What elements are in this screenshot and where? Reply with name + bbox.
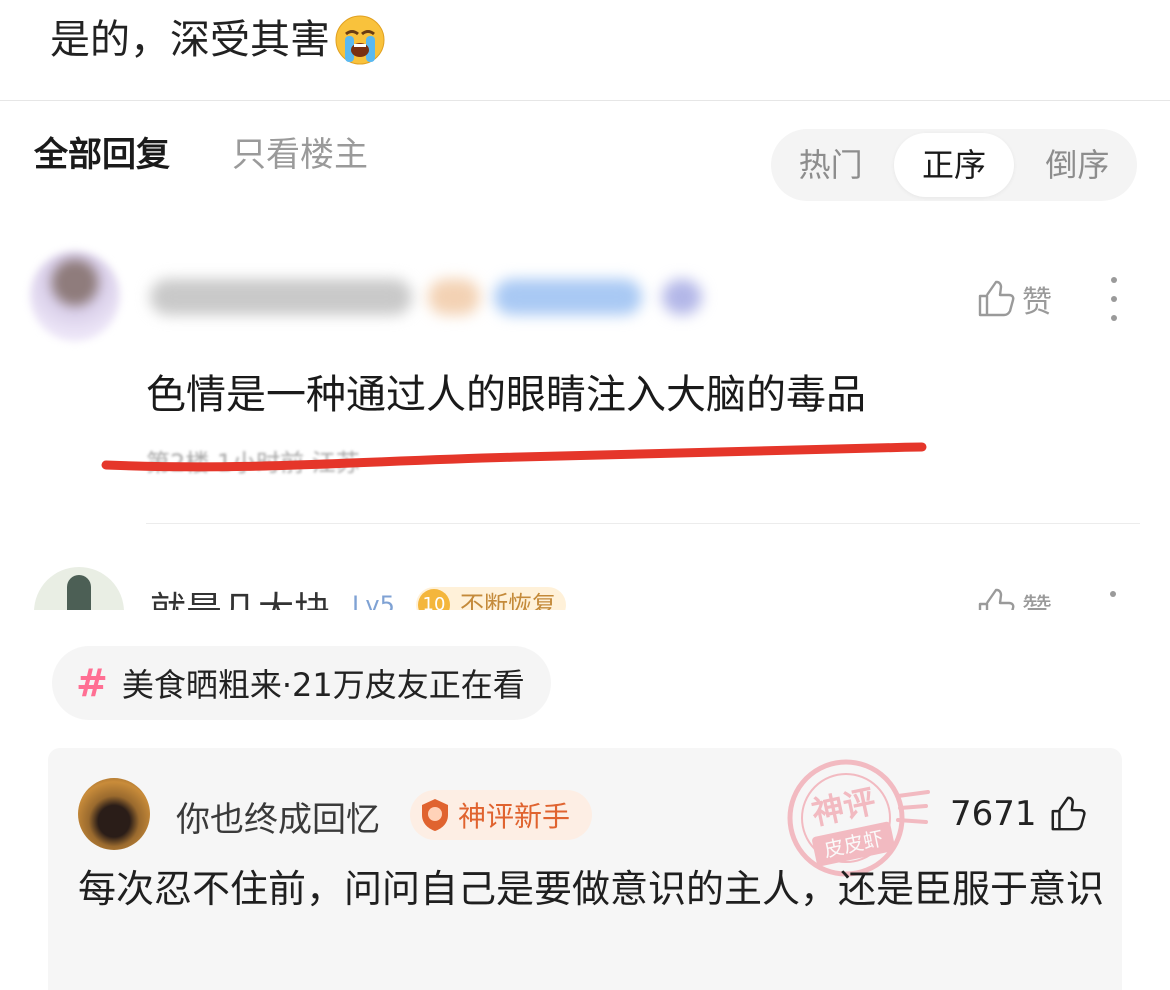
comment-screenshot: 全部回复 只看楼主 热门 正序 倒序 赞 色情是一种通过人的眼睛注入大脑的毒品 … [0,100,1170,610]
badge-text: 神评新手 [458,800,571,833]
thumbs-up-icon [1051,796,1086,831]
tab-op-only[interactable]: 只看楼主 [232,131,368,179]
username[interactable]: 你也终成回忆 [176,792,380,841]
crying-face-icon [335,15,385,65]
like-count: 7671 [950,794,1037,834]
reply-tabs: 全部回复 只看楼主 [34,131,368,179]
thumbs-up-icon [978,280,1015,317]
god-comment-text: 每次忍不住前，问问自己是要做意识的主人，还是臣服于意识 [78,867,1105,911]
red-underline-annotation [101,442,927,472]
like-button[interactable]: 赞 [976,585,1052,610]
tab-all-replies[interactable]: 全部回复 [34,131,170,179]
like-label: 赞 [1022,585,1052,610]
username[interactable]: 就是几大块 [150,581,330,610]
fan-badge: 10 不断恢复 [416,587,566,610]
like-label: 赞 [1022,285,1052,320]
sort-descending[interactable]: 倒序 [1018,133,1137,197]
avatar[interactable] [34,567,124,610]
caption-text: 是的，深受其害 [50,17,330,63]
post-caption: 是的，深受其害 [50,12,386,68]
thumbs-up-icon [978,588,1015,610]
more-options-icon[interactable] [1100,277,1128,321]
sort-hot[interactable]: 热门 [771,133,890,197]
divider [146,523,1140,524]
like-count-button[interactable]: 7671 [950,794,1087,834]
avatar[interactable] [78,778,150,850]
level-badge: Lv5 [352,591,395,610]
medal-icon [422,799,448,831]
sort-toggle: 热门 正序 倒序 [771,129,1137,201]
like-button[interactable]: 赞 [976,277,1052,321]
topic-text: 美食晒粗来·21万皮友正在看 [121,666,525,704]
more-options-icon[interactable] [1110,591,1116,597]
stamp-top-text: 神评 [808,782,879,832]
username-blurred [150,279,412,315]
level-badge-blurred [428,279,480,315]
god-comment-card: 神评 皮皮虾 你也终成回忆 神评新手 7671 每次忍不住前，问问自己是要做意识… [48,748,1122,990]
avatar[interactable] [30,251,120,341]
icon-blurred [662,279,702,315]
fan-badge-number: 10 [418,589,450,610]
medal-badge-blurred [494,279,642,315]
sort-ascending[interactable]: 正序 [894,133,1014,197]
topic-chip[interactable]: # 美食晒粗来·21万皮友正在看 [52,646,551,720]
hashtag-icon: # [76,661,108,705]
comment-text: 色情是一种通过人的眼睛注入大脑的毒品 [146,372,866,418]
fan-badge-text: 不断恢复 [460,591,556,610]
god-comment-badge: 神评新手 [410,790,593,840]
